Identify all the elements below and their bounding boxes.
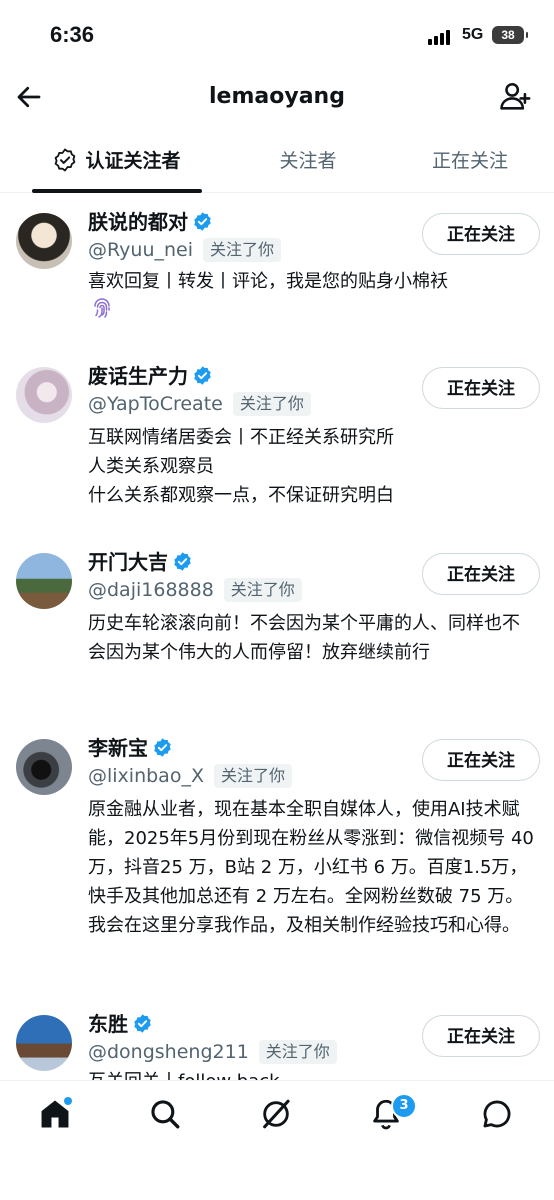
fingerprint-icon — [94, 298, 110, 318]
follows-you-badge: 关注了你 — [203, 238, 282, 262]
user-name-row: 朕说的都对 — [88, 209, 213, 235]
user-name-row: 废话生产力 — [88, 363, 213, 389]
user-name-row: 东胜 — [88, 1011, 153, 1037]
user-handle-row: @daji168888 关注了你 — [88, 577, 302, 603]
page-title: lemaoyang — [209, 84, 345, 109]
user-bio: 互联网情绪居委会丨不正经关系研究所 人类关系观察员 什么关系都观察一点，不保证研… — [88, 427, 394, 506]
status-time: 6:36 — [50, 22, 95, 47]
user-handle: @daji168888 — [88, 579, 214, 601]
search-icon[interactable] — [148, 1097, 182, 1131]
following-button[interactable]: 正在关注 — [422, 553, 540, 595]
network-label: 5G — [462, 26, 484, 43]
user-bio: 喜欢回复丨转发丨评论，我是您的贴身小棉袄 — [88, 267, 536, 296]
grok-icon[interactable] — [259, 1097, 293, 1131]
bottom-nav: 3 — [0, 1080, 554, 1200]
avatar[interactable] — [16, 213, 72, 269]
avatar[interactable] — [16, 553, 72, 609]
following-button[interactable]: 正在关注 — [422, 739, 540, 781]
user-name: 朕说的都对 — [88, 210, 188, 234]
user-bio: 原金融从业者，现在基本全职自媒体人，使用AI技术赋能，2025年5月份到现在粉丝… — [88, 799, 540, 936]
verified-badge-icon — [194, 212, 211, 231]
tab-label: 认证关注者 — [85, 150, 181, 172]
tab-following[interactable]: 正在关注 — [388, 130, 552, 192]
verified-badge-icon — [154, 738, 171, 757]
user-name: 开门大吉 — [88, 550, 168, 574]
user-handle-row: @dongsheng211 关注了你 — [88, 1039, 337, 1065]
tab-bar: 认证关注者 关注者 正在关注 — [0, 130, 554, 193]
avatar[interactable] — [16, 739, 72, 795]
battery-icon: 38 — [492, 26, 528, 44]
tab-verified-followers[interactable]: 认证关注者 — [32, 130, 202, 192]
add-user-icon[interactable] — [498, 80, 532, 114]
following-button[interactable]: 正在关注 — [422, 367, 540, 409]
user-bio: 互关回关丨follow back — [88, 1067, 536, 1080]
follows-you-badge: 关注了你 — [258, 1040, 337, 1064]
notification-count-badge: 3 — [391, 1093, 417, 1119]
user-name: 废话生产力 — [88, 364, 188, 388]
follows-you-badge: 关注了你 — [213, 764, 292, 788]
user-name: 李新宝 — [88, 736, 148, 760]
user-handle: @YapToCreate — [88, 393, 223, 415]
unread-dot — [64, 1097, 72, 1105]
avatar[interactable] — [16, 367, 72, 423]
user-handle: @dongsheng211 — [88, 1041, 249, 1063]
messages-icon[interactable] — [480, 1097, 514, 1131]
follower-list: 朕说的都对 @Ryuu_nei 关注了你 正在关注 喜欢回复丨转发丨评论，我是您的… — [0, 193, 554, 1080]
top-bar: lemaoyang — [0, 70, 554, 128]
user-handle: @Ryuu_nei — [88, 239, 194, 261]
avatar[interactable] — [16, 1015, 72, 1071]
user-handle: @lixinbao_X — [88, 765, 204, 787]
signal-icon — [428, 29, 458, 45]
verified-check-icon — [55, 148, 76, 172]
status-bar: 6:36 5G 38 — [0, 0, 554, 70]
user-name-row: 李新宝 — [88, 735, 173, 761]
following-button[interactable]: 正在关注 — [422, 1015, 540, 1057]
verified-badge-icon — [194, 366, 211, 385]
user-name: 东胜 — [88, 1012, 128, 1036]
user-name-row: 开门大吉 — [88, 549, 193, 575]
user-handle-row: @lixinbao_X 关注了你 — [88, 763, 292, 789]
verified-badge-icon — [134, 1014, 151, 1033]
following-button[interactable]: 正在关注 — [422, 213, 540, 255]
user-handle-row: @Ryuu_nei 关注了你 — [88, 237, 282, 263]
user-handle-row: @YapToCreate 关注了你 — [88, 391, 311, 417]
follows-you-badge: 关注了你 — [223, 578, 302, 602]
follows-you-badge: 关注了你 — [232, 392, 311, 416]
tab-followers[interactable]: 关注者 — [228, 130, 388, 192]
verified-badge-icon — [174, 552, 191, 571]
user-bio: 历史车轮滚滚向前！不会因为某个平庸的人、同样也不会因为某个伟大的人而停留！放弃继… — [88, 613, 520, 663]
bio-text: 喜欢回复丨转发丨评论，我是您的贴身小棉袄 — [88, 271, 448, 292]
